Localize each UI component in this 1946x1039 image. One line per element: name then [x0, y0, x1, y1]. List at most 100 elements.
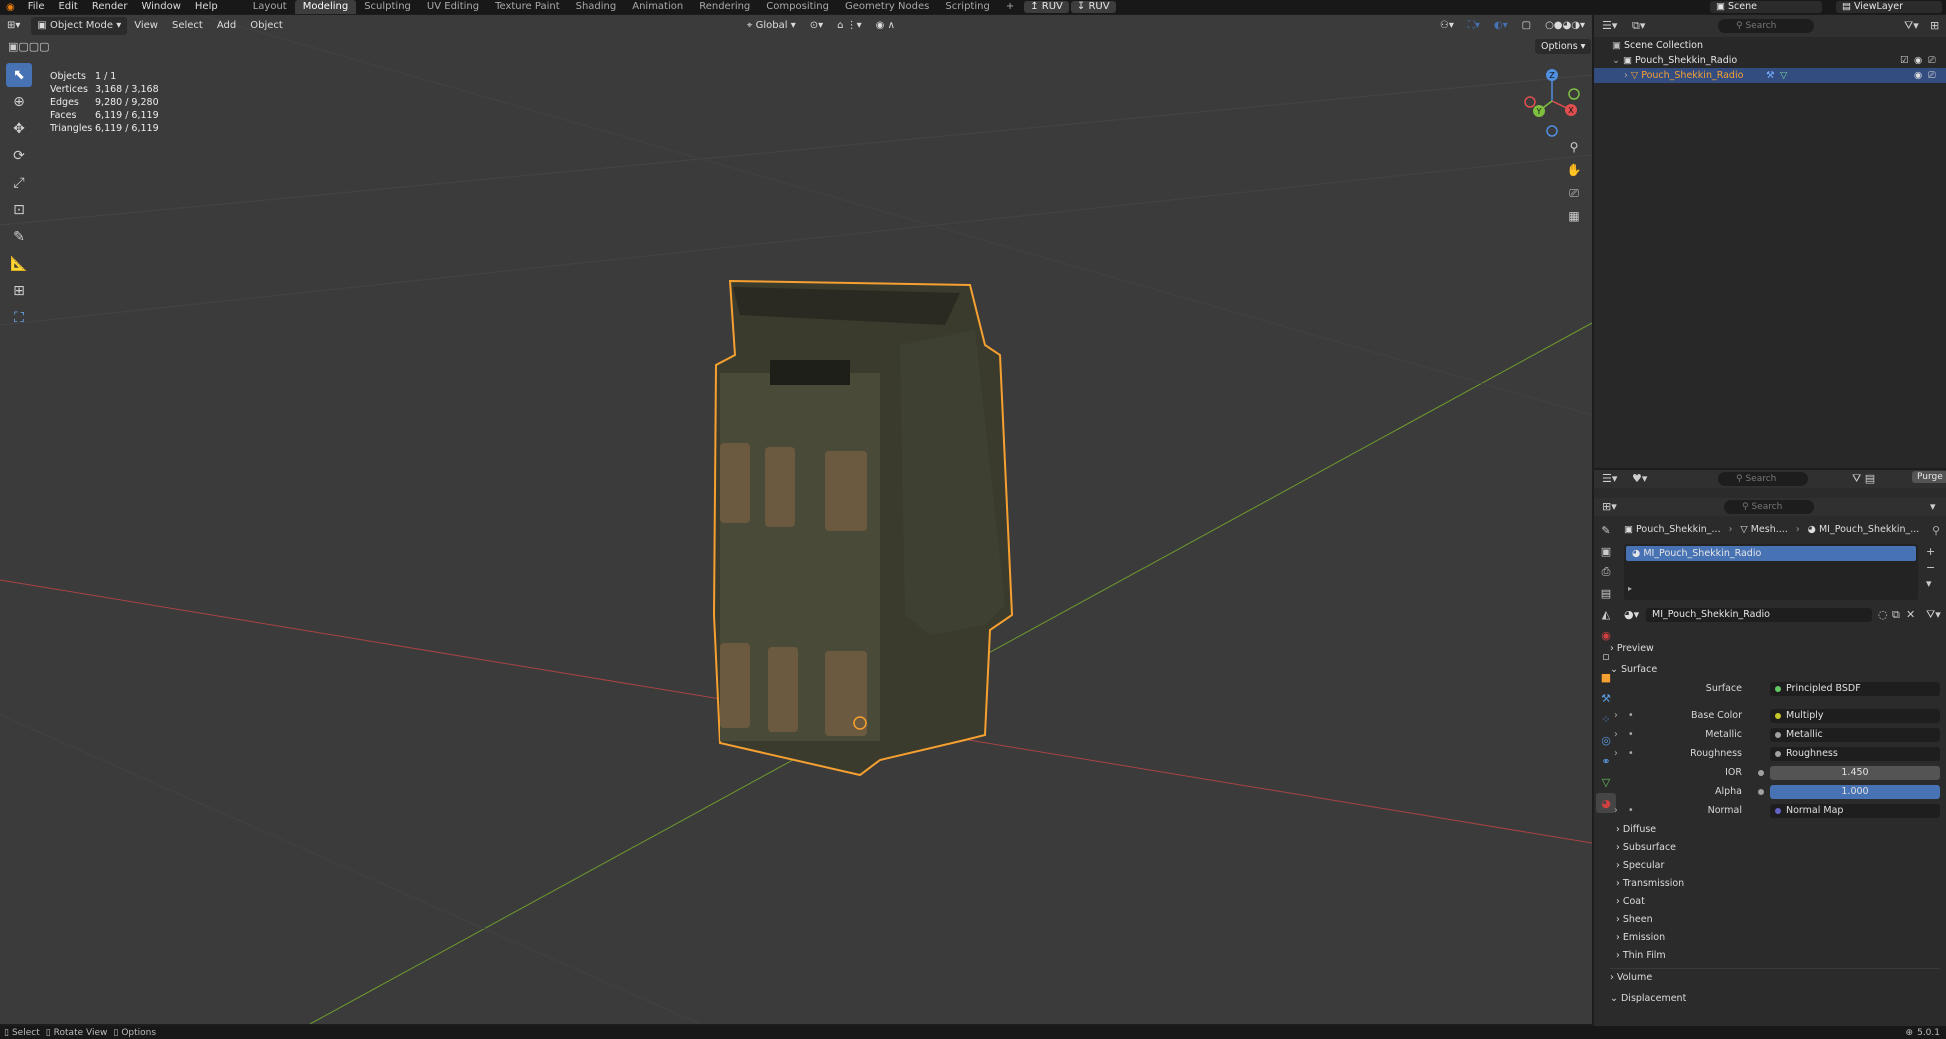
expand-arrow-icon[interactable]: › — [1594, 70, 1628, 81]
eye-icon[interactable]: ◉ — [1914, 53, 1922, 68]
expand-arrow-icon[interactable]: ⌄ — [1594, 55, 1620, 66]
overlay-toggle-icon[interactable]: ◐▾ — [1487, 17, 1515, 35]
outliner-search-input[interactable]: ⚲ Search — [1718, 19, 1814, 33]
object-menu[interactable]: Object — [243, 17, 290, 35]
perspective-grid-icon[interactable]: ▦ — [1563, 206, 1585, 226]
3d-viewport[interactable]: ⊞▾ ▣ Object Mode ▾ View Select Add Objec… — [0, 15, 1592, 1024]
displacement-section-header[interactable]: ⌄ Displacement — [1610, 991, 1686, 1007]
move-tool-icon[interactable]: ✥ — [6, 117, 32, 141]
add-workspace-button[interactable]: + — [998, 0, 1022, 14]
alpha-slider[interactable]: 1.000 — [1770, 785, 1940, 799]
tab-animation[interactable]: Animation — [624, 0, 691, 14]
camera-icon[interactable]: ⎚ — [1928, 68, 1936, 83]
proportional-edit-icon[interactable]: ◉ ∧ — [869, 17, 902, 35]
base-color-field[interactable]: Multiply — [1770, 709, 1940, 723]
tab-modeling[interactable]: Modeling — [294, 0, 357, 14]
editor-type-button[interactable]: ⊞▾ — [0, 17, 27, 35]
select-menu[interactable]: Select — [165, 17, 210, 35]
preview-section-header[interactable]: › Preview — [1610, 641, 1654, 657]
sheen-subpanel[interactable]: › Sheen — [1616, 912, 1653, 928]
cursor-tool-icon[interactable]: ⊕ — [6, 90, 32, 114]
material-slot-item[interactable]: ◕ MI_Pouch_Shekkin_Radio — [1626, 546, 1916, 561]
menu-window[interactable]: Window — [134, 0, 187, 14]
scene-tab-icon[interactable]: ◭ — [1596, 604, 1616, 624]
properties-search-input[interactable]: ⚲ Search — [1718, 472, 1808, 486]
tab-uv-editing[interactable]: UV Editing — [419, 0, 487, 14]
pan-hand-icon[interactable]: ✋ — [1563, 160, 1585, 180]
normal-field[interactable]: Normal Map — [1770, 804, 1940, 818]
tab-rendering[interactable]: Rendering — [691, 0, 758, 14]
annotate-tool-icon[interactable]: ✎ — [6, 225, 32, 249]
surface-section-header[interactable]: ⌄ Surface — [1610, 662, 1657, 678]
checkbox-icon[interactable]: ☑ — [1900, 53, 1909, 68]
tab-geometry-nodes[interactable]: Geometry Nodes — [837, 0, 937, 14]
diffuse-subpanel[interactable]: › Diffuse — [1616, 822, 1656, 838]
render-tab-icon[interactable]: ▣ — [1596, 541, 1616, 561]
add-menu[interactable]: Add — [210, 17, 243, 35]
view-layer-selector[interactable]: ▤ ViewLayer — [1836, 1, 1942, 13]
specular-subpanel[interactable]: › Specular — [1616, 858, 1664, 874]
unlink-close-icon[interactable]: ✕ — [1906, 608, 1915, 621]
coat-subpanel[interactable]: › Coat — [1616, 894, 1645, 910]
uv-tool-icon[interactable]: ⛶ — [6, 306, 32, 330]
rotate-tool-icon[interactable]: ⟳ — [6, 144, 32, 168]
modifier-wrench-icon[interactable]: ⚒ — [1766, 68, 1775, 83]
filter-icon[interactable]: ⛛▾ — [1926, 608, 1941, 622]
collection-row[interactable]: ⌄ ▣ Pouch_Shekkin_Radio ☑ ◉ ⎚ — [1594, 53, 1946, 68]
object-row-selected[interactable]: › ▽ Pouch_Shekkin_Radio ⚒ ▽ ◉ ⎚ — [1594, 68, 1946, 83]
outliner-editor-icon[interactable]: ☰▾ — [1602, 19, 1617, 32]
view-menu[interactable]: View — [127, 17, 165, 35]
gizmo-toggle-icon[interactable]: ⛶▾ — [1461, 17, 1487, 35]
transform-tool-icon[interactable]: ⊡ — [6, 198, 32, 222]
tab-scripting[interactable]: Scripting — [937, 0, 997, 14]
menu-file[interactable]: File — [21, 0, 52, 14]
volume-section-header[interactable]: › Volume — [1610, 970, 1652, 986]
snap-icon[interactable]: ⌂ ⋮▾ — [830, 17, 869, 35]
view-layer-tab-icon[interactable]: ▤ — [1596, 583, 1616, 603]
tab-texture-paint[interactable]: Texture Paint — [487, 0, 568, 14]
menu-edit[interactable]: Edit — [51, 0, 84, 14]
emission-subpanel[interactable]: › Emission — [1616, 930, 1665, 946]
tool-tab-icon[interactable]: ✎ — [1596, 520, 1616, 540]
shading-mode-icons[interactable]: ○●◕◑▾ — [1538, 17, 1592, 35]
tab-sculpting[interactable]: Sculpting — [356, 0, 419, 14]
thin-film-subpanel[interactable]: › Thin Film — [1616, 948, 1666, 964]
orientation-selector[interactable]: ⌖ Global ▾ — [740, 17, 803, 35]
mesh-crumb[interactable]: ▽ Mesh.... — [1740, 524, 1787, 535]
object-crumb[interactable]: ▣ Pouch_Shekkin_... — [1624, 524, 1721, 535]
roughness-field[interactable]: Roughness — [1770, 747, 1940, 761]
blender-logo-icon[interactable]: ◉ — [0, 2, 21, 13]
scale-tool-icon[interactable]: ⤢ — [6, 171, 32, 195]
properties-editor-icon[interactable]: ⊞▾ — [1602, 500, 1617, 513]
menu-help[interactable]: Help — [188, 0, 225, 14]
material-name-field[interactable]: MI_Pouch_Shekkin_Radio — [1646, 608, 1872, 622]
tab-compositing[interactable]: Compositing — [758, 0, 837, 14]
filter-icon[interactable]: ⛛▾ — [1904, 19, 1919, 33]
transmission-subpanel[interactable]: › Transmission — [1616, 876, 1684, 892]
new-collection-icon[interactable]: ⊞ — [1930, 19, 1939, 32]
menu-render[interactable]: Render — [85, 0, 135, 14]
material-browse-icon[interactable]: ◕▾ — [1624, 608, 1639, 621]
scene-selector[interactable]: ▣ Scene — [1710, 1, 1822, 13]
subsurface-subpanel[interactable]: › Subsurface — [1616, 840, 1676, 856]
editor-type-icon[interactable]: ☰▾ — [1602, 472, 1617, 485]
pivot-icon[interactable]: ⊙▾ — [803, 17, 830, 35]
camera-icon[interactable]: ⎚ — [1928, 53, 1936, 68]
properties-search-field[interactable]: ⚲ Search — [1724, 500, 1814, 514]
ruv-left-button[interactable]: ↥ RUV — [1024, 1, 1069, 13]
purge-button[interactable]: Purge — [1912, 471, 1946, 483]
fake-user-shield-icon[interactable]: ◌ — [1878, 608, 1888, 621]
eye-icon[interactable]: ◉ — [1914, 68, 1922, 83]
output-tab-icon[interactable]: ⎙ — [1596, 562, 1616, 582]
visibility-icon[interactable]: ⚇▾ — [1433, 17, 1461, 35]
add-slot-button[interactable]: + — [1926, 544, 1935, 560]
surface-shader-field[interactable]: Principled BSDF — [1770, 682, 1940, 696]
xray-icon[interactable]: ▢ — [1515, 17, 1538, 35]
duplicate-material-icon[interactable]: ⧉ — [1892, 608, 1900, 622]
slot-menu-icon[interactable]: ▾ — [1926, 576, 1935, 592]
expand-arrow-icon[interactable]: ▸ — [1628, 584, 1632, 593]
pin-icon[interactable]: ⚲ — [1932, 524, 1940, 537]
mesh-data-icon[interactable]: ▽ — [1780, 68, 1787, 83]
zoom-icon[interactable]: ⚲ — [1563, 137, 1585, 157]
material-crumb[interactable]: ◕ MI_Pouch_Shekkin_... — [1808, 524, 1920, 535]
